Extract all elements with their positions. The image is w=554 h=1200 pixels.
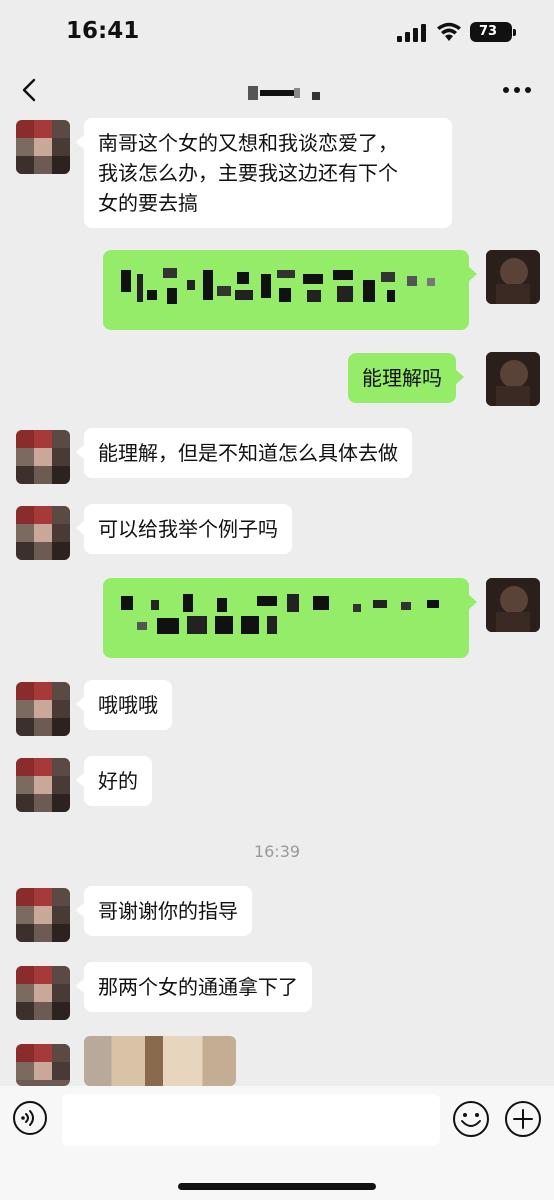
chat-timestamp: 16:39 (253, 842, 301, 861)
home-indicator (178, 1183, 376, 1190)
status-time: 16:41 (66, 18, 140, 44)
self-avatar[interactable] (486, 578, 540, 632)
contact-avatar[interactable] (16, 758, 70, 812)
image-message[interactable] (84, 1036, 236, 1086)
message-bubble-redacted[interactable] (103, 250, 477, 330)
battery-level: 73 (478, 24, 498, 39)
plus-icon[interactable] (504, 1100, 542, 1138)
message-bubble[interactable]: 能理解吗 (348, 353, 464, 403)
chevron-left-icon[interactable] (16, 76, 44, 104)
signal-icon (397, 24, 426, 42)
message-input[interactable] (62, 1094, 440, 1146)
message-text: 能理解，但是不知道怎么具体去做 (98, 441, 398, 465)
contact-avatar[interactable] (16, 682, 70, 736)
message-text: 南哥这个女的又想和我谈恋爱了， 我该怎么办，主要我这边还有下个 女的要去搞 (98, 131, 398, 215)
contact-avatar[interactable] (16, 966, 70, 1020)
chat-title-redacted (248, 86, 320, 100)
contact-avatar[interactable] (16, 888, 70, 942)
message-bubble[interactable]: 那两个女的通通拿下了 (76, 962, 312, 1012)
message-bubble[interactable]: 好的 (76, 756, 152, 806)
message-bubble[interactable]: 哦哦哦 (76, 680, 172, 730)
self-avatar[interactable] (486, 250, 540, 304)
message-text: 那两个女的通通拿下了 (98, 975, 298, 999)
input-bar (0, 1086, 554, 1200)
redacted-text-blur (121, 268, 435, 304)
message-bubble[interactable]: 能理解，但是不知道怎么具体去做 (76, 428, 412, 478)
nav-bar (0, 62, 554, 118)
contact-avatar[interactable] (16, 120, 70, 174)
emoji-icon[interactable] (452, 1100, 490, 1138)
wifi-icon (437, 22, 461, 41)
contact-avatar[interactable] (16, 1044, 70, 1086)
self-avatar[interactable] (486, 352, 540, 406)
message-bubble[interactable]: 可以给我举个例子吗 (76, 504, 292, 554)
message-bubble[interactable]: 哥谢谢你的指导 (76, 886, 252, 936)
voice-icon[interactable] (12, 1100, 48, 1136)
message-text: 能理解吗 (362, 366, 442, 390)
message-text: 好的 (98, 769, 138, 793)
message-bubble-redacted[interactable] (103, 578, 477, 658)
contact-avatar[interactable] (16, 430, 70, 484)
message-bubble[interactable]: 南哥这个女的又想和我谈恋爱了， 我该怎么办，主要我这边还有下个 女的要去搞 (76, 118, 452, 228)
redacted-text-blur (121, 594, 439, 634)
contact-avatar[interactable] (16, 506, 70, 560)
message-text: 哦哦哦 (98, 693, 158, 717)
message-text: 哥谢谢你的指导 (98, 899, 238, 923)
message-text: 可以给我举个例子吗 (98, 517, 278, 541)
more-dots-icon[interactable] (500, 84, 534, 96)
battery-icon: 73 (470, 22, 516, 42)
status-bar: 16:41 73 (0, 0, 554, 62)
